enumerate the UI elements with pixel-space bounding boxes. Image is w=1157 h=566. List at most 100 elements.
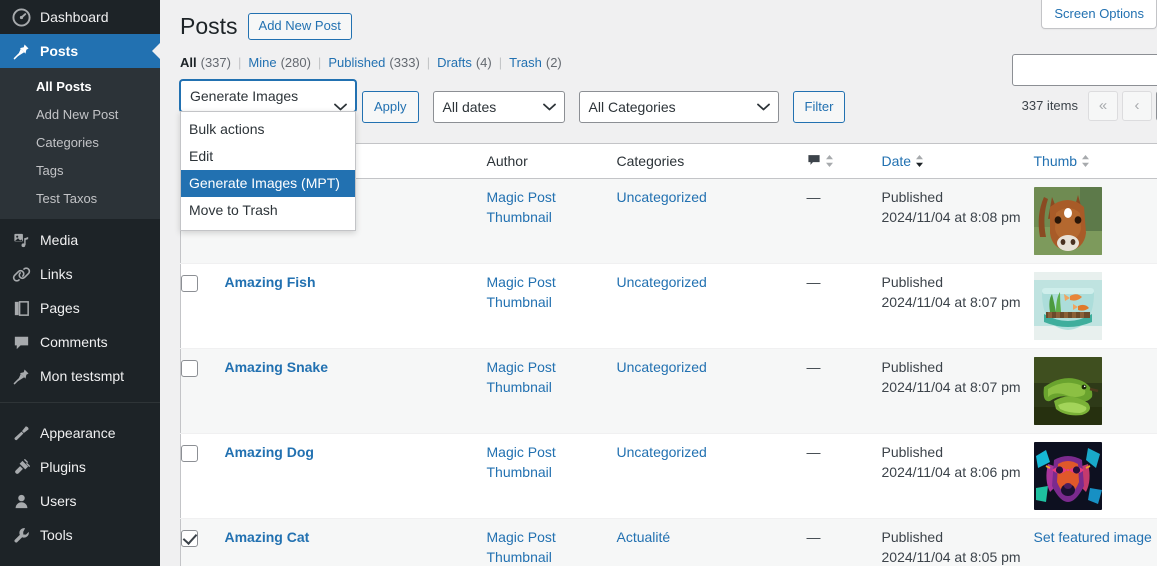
row-comments-cell: — (807, 264, 882, 349)
column-header-date-label[interactable]: Date (882, 153, 912, 169)
sidebar-item-all-posts[interactable]: All Posts (0, 73, 160, 101)
post-category-link[interactable]: Uncategorized (617, 189, 707, 205)
post-author-link[interactable]: Magic Post Thumbnail (487, 189, 556, 225)
bulk-option-bulk-actions[interactable]: Bulk actions (181, 116, 355, 143)
row-comments-cell: — (807, 519, 882, 566)
apply-button[interactable]: Apply (362, 90, 419, 123)
row-checkbox-cell[interactable] (181, 264, 225, 349)
screen-options-button[interactable]: Screen Options (1041, 0, 1157, 29)
post-category-link[interactable]: Actualité (617, 529, 671, 545)
row-checkbox[interactable] (181, 529, 198, 547)
sidebar-item-dashboard[interactable]: Dashboard (0, 0, 160, 34)
first-page-button[interactable]: « (1088, 90, 1118, 121)
row-title-cell[interactable]: Amazing Dog (225, 434, 487, 519)
bulk-option-move-to-trash[interactable]: Move to Trash (181, 197, 355, 224)
category-filter-select[interactable]: All Categories (578, 90, 779, 123)
view-all-link[interactable]: All (180, 53, 197, 73)
row-checkbox-cell[interactable] (181, 434, 225, 519)
post-author-link[interactable]: Magic Post Thumbnail (487, 274, 556, 310)
post-category-link[interactable]: Uncategorized (617, 444, 707, 460)
date-filter-wrap: All dates (432, 90, 565, 123)
post-author-link[interactable]: Magic Post Thumbnail (487, 529, 556, 565)
sidebar-item-pages[interactable]: Pages (0, 291, 160, 325)
post-category-link[interactable]: Uncategorized (617, 274, 707, 290)
post-status: Published (881, 529, 944, 545)
view-mine[interactable]: Mine (280) | (248, 53, 328, 73)
sidebar-item-label: Links (40, 266, 73, 282)
sidebar-item-label: Comments (40, 334, 108, 350)
sidebar-item-categories[interactable]: Categories (0, 129, 160, 157)
view-mine-link[interactable]: Mine (248, 53, 276, 73)
row-title-cell[interactable]: Amazing Snake (225, 349, 487, 434)
row-author-cell: Magic Post Thumbnail (487, 434, 617, 519)
add-new-post-button[interactable]: Add New Post (247, 13, 352, 41)
row-title-cell[interactable]: Amazing Fish (225, 264, 487, 349)
date-sort-wrap[interactable]: Date (882, 153, 925, 169)
link-icon (11, 264, 31, 284)
sidebar-item-test-taxos[interactable]: Test Taxos (0, 185, 160, 213)
post-author-link[interactable]: Magic Post Thumbnail (487, 359, 556, 395)
sidebar-item-appearance[interactable]: Appearance (0, 416, 160, 450)
view-trash[interactable]: Trash (2) (509, 53, 562, 73)
row-title-cell[interactable]: Amazing Cat (225, 519, 487, 566)
dog-thumbnail[interactable] (1033, 442, 1102, 510)
thumb-sort-wrap[interactable]: Thumb (1034, 153, 1091, 169)
column-header-comments[interactable] (806, 143, 882, 179)
view-trash-link[interactable]: Trash (509, 53, 542, 73)
view-all[interactable]: All (337) | (180, 53, 248, 73)
sidebar-item-label: Dashboard (40, 9, 109, 25)
row-date-cell: Published 2024/11/04 at 8:08 pm (882, 179, 1034, 264)
prev-page-button[interactable]: ‹ (1122, 90, 1152, 121)
view-trash-count: (2) (545, 54, 562, 70)
snake-thumbnail[interactable] (1033, 357, 1102, 425)
column-header-thumb-label[interactable]: Thumb (1034, 153, 1078, 169)
fishbowl-thumbnail[interactable] (1033, 272, 1102, 340)
post-title-link[interactable]: Amazing Cat (225, 529, 310, 545)
sidebar-item-media[interactable]: Media (0, 223, 160, 257)
post-category-link[interactable]: Uncategorized (617, 359, 707, 375)
sidebar-item-tools[interactable]: Tools (0, 518, 160, 552)
post-status: Published (881, 359, 944, 375)
view-published[interactable]: Published (333) | (328, 53, 437, 73)
post-title-link[interactable]: Amazing Dog (225, 444, 314, 460)
set-featured-image-link[interactable]: Set featured image (1034, 529, 1152, 545)
column-header-thumb[interactable]: Thumb (1033, 143, 1157, 179)
sidebar-item-mon-testsmpt[interactable]: Mon testsmpt (0, 359, 160, 393)
table-nav-top: Generate Images (MPT) Bulk actions Edit … (180, 79, 1157, 231)
view-drafts-count: (4) (475, 54, 492, 70)
sidebar-item-plugins[interactable]: Plugins (0, 450, 160, 484)
comments-sort-wrap[interactable] (807, 153, 834, 170)
row-comments-cell: — (807, 434, 882, 519)
sidebar-item-add-new-post[interactable]: Add New Post (0, 101, 160, 129)
post-author-link[interactable]: Magic Post Thumbnail (487, 444, 556, 480)
row-checkbox[interactable] (181, 359, 198, 377)
bulk-action-select[interactable]: Generate Images (MPT) (180, 79, 356, 134)
sidebar-item-posts[interactable]: Posts (0, 34, 160, 68)
view-published-link[interactable]: Published (328, 53, 385, 73)
row-checkbox[interactable] (181, 444, 198, 462)
sidebar-item-links[interactable]: Links (0, 257, 160, 291)
search-input[interactable] (1012, 54, 1157, 86)
view-drafts-link[interactable]: Drafts (437, 53, 472, 73)
bulk-option-generate-images-mpt[interactable]: Generate Images (MPT) (181, 169, 355, 197)
column-header-date[interactable]: Date (881, 143, 1034, 179)
row-checkbox-cell[interactable] (181, 519, 225, 566)
sidebar-item-tags[interactable]: Tags (0, 157, 160, 185)
view-drafts[interactable]: Drafts (4) | (437, 53, 509, 73)
horse-thumbnail[interactable] (1033, 187, 1102, 255)
bulk-action-dropdown-list[interactable]: Bulk actions Edit Generate Images (MPT) … (180, 110, 356, 231)
row-checkbox-cell[interactable] (181, 349, 225, 434)
row-checkbox[interactable] (181, 274, 198, 292)
post-title-link[interactable]: Amazing Fish (225, 274, 316, 290)
row-author-cell: Magic Post Thumbnail (487, 519, 617, 566)
sidebar-item-comments[interactable]: Comments (0, 325, 160, 359)
sidebar-item-users[interactable]: Users (0, 484, 160, 518)
bulk-option-edit[interactable]: Edit (181, 143, 355, 170)
row-date-cell: Published 2024/11/04 at 8:07 pm (882, 264, 1034, 349)
filter-button[interactable]: Filter (792, 90, 846, 123)
post-title-link[interactable]: Amazing Snake (225, 359, 328, 375)
column-header-categories-label: Categories (616, 153, 685, 169)
screen-meta: Screen Options (1041, 0, 1157, 29)
date-filter-select[interactable]: All dates (432, 90, 565, 123)
comments-count: — (806, 444, 821, 460)
